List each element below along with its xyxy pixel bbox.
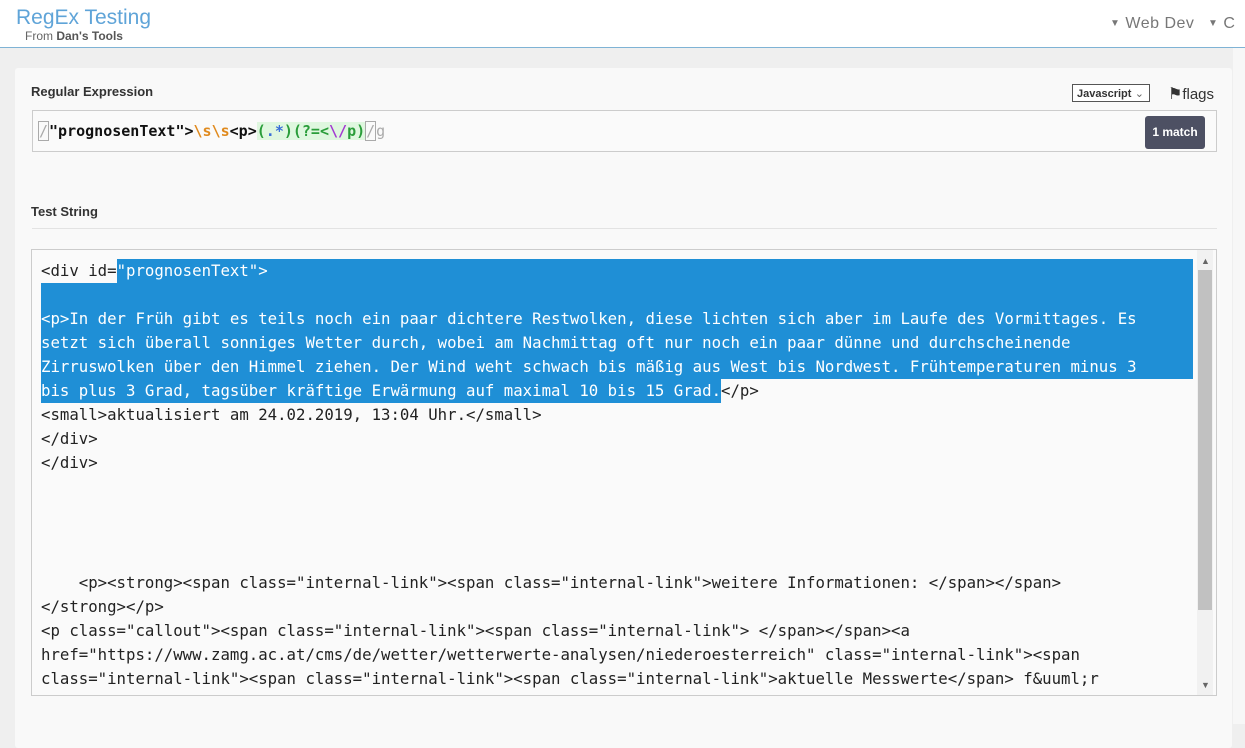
code-line: <small>aktualisiert am 24.02.2019, 13:04…	[41, 403, 1193, 427]
subtitle-brand[interactable]: Dan's Tools	[56, 29, 123, 43]
page-scrollbar[interactable]	[1233, 48, 1245, 724]
regex-delimiter: /	[38, 121, 50, 141]
regex-token: (	[256, 122, 266, 140]
divider	[32, 228, 1217, 229]
code-text: </strong></p>	[41, 597, 164, 616]
code-line: <div id= "prognosenText">	[41, 259, 1193, 283]
regex-token: )	[283, 122, 293, 140]
code-text: href="https://www.zamg.ac.at/cms/de/wett…	[41, 645, 1080, 664]
code-line: <p><strong><span class="internal-link"><…	[41, 571, 1193, 595]
code-text: class="internal-link"><span class="inter…	[41, 669, 1099, 688]
flavor-select[interactable]: Javascript ⌄	[1072, 84, 1150, 102]
regex-flags: g	[376, 122, 386, 140]
nav-label: C	[1223, 15, 1236, 32]
scroll-down-icon[interactable]: ▼	[1201, 680, 1210, 690]
regex-delimiter: /	[365, 121, 377, 141]
caret-down-icon: ▼	[1110, 18, 1121, 29]
scrollbar[interactable]: ▲ ▼	[1197, 250, 1213, 695]
match-count-badge: 1 match	[1145, 116, 1205, 149]
regex-token: *	[274, 122, 284, 140]
chevron-down-icon: ⌄	[1134, 88, 1144, 100]
nav-web-dev[interactable]: ▼ Web Dev	[1110, 15, 1194, 33]
code-text: <p class="callout"><span class="internal…	[41, 621, 910, 640]
code-line	[41, 283, 1193, 307]
regex-token: \s\s	[193, 122, 230, 140]
code-line: <p>In der Früh gibt es teils noch ein pa…	[41, 307, 1193, 331]
code-line: </div>	[41, 427, 1193, 451]
code-line: setzt sich überall sonniges Wetter durch…	[41, 331, 1193, 355]
app-title[interactable]: RegEx Testing	[16, 6, 151, 30]
match-highlight: "prognosenText">	[116, 259, 1193, 283]
caret-down-icon: ▼	[1208, 18, 1219, 29]
test-string-input[interactable]: <div id= "prognosenText"> <p>In der Früh g…	[31, 249, 1217, 696]
app-subtitle: From Dan's Tools	[25, 29, 123, 43]
regex-token: <p>	[229, 122, 257, 140]
test-string-label: Test String	[31, 204, 98, 219]
regex-token: \/	[329, 122, 348, 140]
nav-label: Web Dev	[1125, 15, 1195, 32]
flag-icon: ⚑	[1168, 86, 1183, 103]
code-text: setzt sich überall sonniges Wetter durch…	[41, 333, 1071, 352]
code-line: href="https://www.zamg.ac.at/cms/de/wett…	[41, 643, 1193, 667]
code-line: </strong></p>	[41, 595, 1193, 619]
code-line: class="internal-link"><span class="inter…	[41, 667, 1193, 691]
code-text: <div id=	[41, 261, 117, 280]
code-text: <p><strong><span class="internal-link"><…	[41, 573, 1062, 592]
code-line: bis plus 3 Grad, tagsüber kräftige Erwär…	[41, 379, 1193, 403]
code-text: <p>In der Früh gibt es teils noch ein pa…	[41, 309, 1137, 328]
code-line: </div>	[41, 451, 1193, 475]
regex-token: .	[265, 122, 275, 140]
scrollbar-thumb[interactable]	[1198, 270, 1212, 610]
code-text: Zirruswolken über den Himmel ziehen. Der…	[41, 357, 1137, 376]
regex-token: (?=<	[292, 122, 329, 140]
flavor-value: Javascript	[1077, 88, 1132, 100]
test-string-content: <div id= "prognosenText"> <p>In der Früh g…	[41, 259, 1193, 691]
match-highlight: bis plus 3 Grad, tagsüber kräftige Erwär…	[41, 379, 722, 403]
code-text: </div>	[41, 429, 98, 448]
subtitle-prefix: From	[25, 29, 53, 43]
app-header: RegEx Testing From Dan's Tools ▼ Web Dev …	[0, 0, 1245, 48]
code-line: Zirruswolken über den Himmel ziehen. Der…	[41, 355, 1193, 379]
regex-pattern: /"prognosenText">\s\s<p>(.*)(?=<\/p)/g	[38, 121, 386, 141]
code-text: </p>	[721, 381, 759, 400]
code-line: <p class="callout"><span class="internal…	[41, 619, 1193, 643]
code-text: </div>	[41, 453, 98, 472]
regex-input[interactable]: /"prognosenText">\s\s<p>(.*)(?=<\/p)/g	[32, 110, 1217, 152]
flags-label: flags	[1182, 86, 1215, 103]
nav-other[interactable]: ▼ C	[1208, 15, 1235, 33]
code-text: <small>aktualisiert am 24.02.2019, 13:04…	[41, 405, 542, 424]
flags-button[interactable]: ⚑flags	[1168, 84, 1214, 104]
regex-token: "prognosenText">	[49, 122, 194, 140]
scroll-up-icon[interactable]: ▲	[1201, 256, 1210, 266]
regex-label: Regular Expression	[31, 84, 154, 99]
regex-token: p)	[347, 122, 366, 140]
